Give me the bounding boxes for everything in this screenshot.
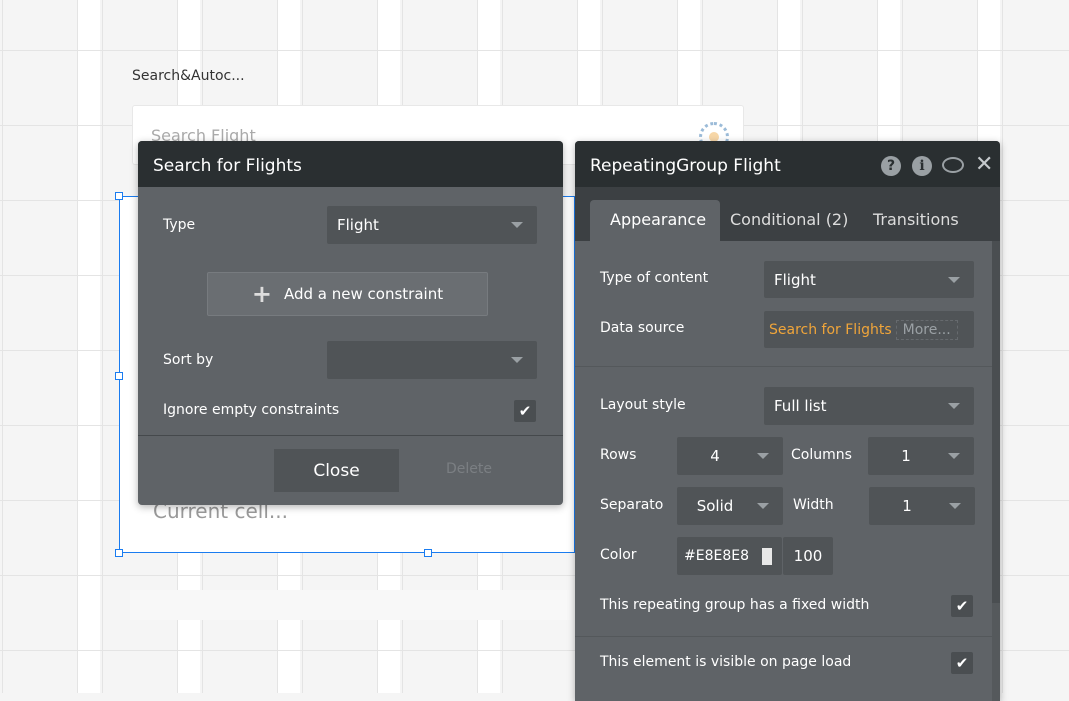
element-label[interactable]: Search&Autoc... <box>132 68 245 84</box>
color-value[interactable]: #E8E8E8 <box>684 548 749 564</box>
type-value: Flight <box>337 216 379 234</box>
rows-label: Rows <box>600 447 637 463</box>
delete-button[interactable]: Delete <box>446 461 492 477</box>
plus-icon: + <box>251 280 272 308</box>
chevron-down-icon <box>948 453 960 459</box>
tab-conditional[interactable]: Conditional (2) <box>715 200 863 241</box>
data-source-value[interactable]: Search for Flights <box>769 322 892 338</box>
sort-dropdown[interactable] <box>327 341 537 379</box>
ignore-empty-label: Ignore empty constraints <box>163 402 340 418</box>
data-source-field[interactable]: Search for Flights More... <box>764 311 974 348</box>
fixed-width-checkbox[interactable]: ✔ <box>951 595 973 617</box>
layout-style-value: Full list <box>774 397 827 415</box>
resize-handle[interactable] <box>115 549 123 557</box>
visible-on-load-checkbox[interactable]: ✔ <box>951 652 973 674</box>
add-constraint-button[interactable]: + Add a new constraint <box>207 272 488 316</box>
canvas-element <box>130 590 575 620</box>
close-icon[interactable]: ✕ <box>975 152 993 177</box>
tab-bar: Appearance Conditional (2) Transitions <box>575 187 1000 241</box>
color-field[interactable]: #E8E8E8 <box>677 537 782 575</box>
resize-handle[interactable] <box>424 549 432 557</box>
separator-dropdown[interactable]: Solid <box>677 487 783 525</box>
width-dropdown[interactable]: 1 <box>869 487 975 525</box>
layout-style-label: Layout style <box>600 397 686 413</box>
resize-handle[interactable] <box>115 372 123 380</box>
type-of-content-label: Type of content <box>600 270 709 286</box>
type-of-content-value: Flight <box>774 270 816 289</box>
comment-icon[interactable] <box>942 157 964 173</box>
ignore-empty-checkbox[interactable]: ✔ <box>514 400 536 422</box>
separator-label: Separato <box>600 497 664 513</box>
divider <box>575 366 992 367</box>
color-swatch[interactable] <box>762 547 772 565</box>
rows-dropdown[interactable]: 4 <box>677 437 783 475</box>
chevron-down-icon <box>511 222 523 228</box>
separator-value: Solid <box>696 497 734 515</box>
fixed-width-label: This repeating group has a fixed width <box>600 597 870 613</box>
repeating-group-panel: RepeatingGroup Flight ? i ✕ Appearance C… <box>575 141 1000 701</box>
visible-on-load-label: This element is visible on page load <box>600 654 852 670</box>
panel-title: RepeatingGroup Flight <box>575 141 1000 187</box>
type-label: Type <box>163 217 196 233</box>
data-source-label: Data source <box>600 320 685 336</box>
panel-title: Search for Flights <box>138 141 563 187</box>
type-of-content-dropdown[interactable]: Flight <box>764 261 974 298</box>
chevron-down-icon <box>948 276 960 283</box>
columns-dropdown[interactable]: 1 <box>868 437 974 475</box>
columns-label: Columns <box>791 447 852 463</box>
scrollbar-track[interactable] <box>992 241 1000 701</box>
chevron-down-icon <box>949 503 961 509</box>
opacity-field[interactable]: 100 <box>783 537 833 575</box>
rows-value: 4 <box>710 447 720 465</box>
chevron-down-icon <box>948 403 960 409</box>
divider <box>575 636 992 637</box>
search-for-flights-panel: Search for Flights Type Flight + Add a n… <box>138 141 563 505</box>
chevron-down-icon <box>757 453 769 459</box>
chevron-down-icon <box>511 357 523 363</box>
help-icon[interactable]: ? <box>881 156 901 176</box>
sort-label: Sort by <box>163 352 214 368</box>
tab-appearance[interactable]: Appearance <box>590 200 720 241</box>
chevron-down-icon <box>757 503 769 509</box>
more-button[interactable]: More... <box>895 319 958 340</box>
color-label: Color <box>600 547 637 563</box>
tab-transitions[interactable]: Transitions <box>858 200 974 241</box>
info-icon[interactable]: i <box>912 156 932 176</box>
divider <box>138 435 563 436</box>
add-constraint-label: Add a new constraint <box>284 285 444 303</box>
layout-style-dropdown[interactable]: Full list <box>764 387 974 425</box>
close-button[interactable]: Close <box>274 449 399 492</box>
width-value: 1 <box>902 497 912 515</box>
type-dropdown[interactable]: Flight <box>327 206 537 244</box>
resize-handle[interactable] <box>115 192 123 200</box>
columns-value: 1 <box>901 447 911 465</box>
scrollbar-thumb[interactable] <box>992 241 1000 603</box>
width-label: Width <box>793 497 834 513</box>
